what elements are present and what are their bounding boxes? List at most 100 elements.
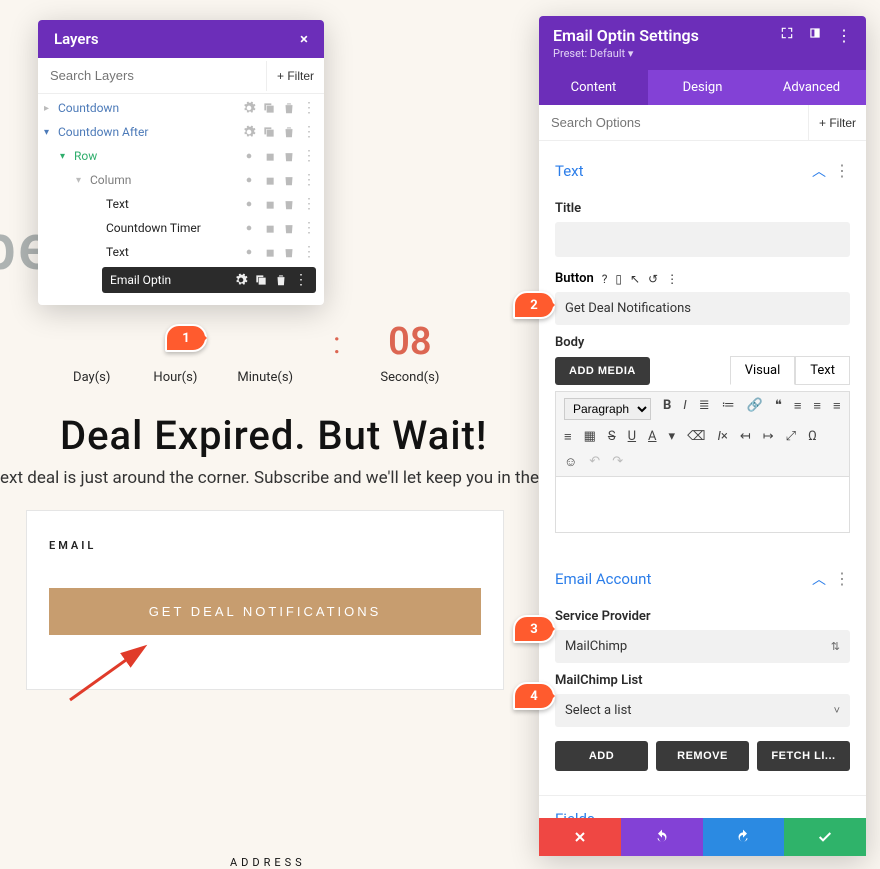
body-label: Body [555,335,850,350]
gear-icon [242,197,256,211]
body-editor[interactable] [555,477,850,533]
more-icon: ⋮ [302,197,316,211]
layer-countdown-after[interactable]: ▾Countdown After ⋮ [38,120,324,144]
layer-countdown[interactable]: ▸Countdown ⋮ [38,96,324,120]
dock-icon[interactable] [808,26,822,40]
gear-icon [242,245,256,259]
settings-panel: Email Optin Settings ⋮ Preset: Default ▾… [539,16,866,856]
cancel-button[interactable] [539,818,621,856]
settings-body[interactable]: Text ︿⋮ Title Button ? ▯ ↖ ↺ ⋮ Get Deal … [539,141,866,818]
page-headline: Deal Expired. But Wait! [60,412,487,459]
tab-design[interactable]: Design [648,70,757,105]
settings-filter-button[interactable]: + Filter [808,105,866,140]
close-icon[interactable]: × [300,30,308,48]
layer-column[interactable]: ▾Column ⋮ [38,168,324,192]
more-icon[interactable]: ⋮ [666,272,678,286]
list-label: MailChimp List [555,673,850,688]
chevron-up-icon: ︿ [812,164,826,180]
settings-search-input[interactable] [539,105,808,140]
timer-separator: : [333,320,340,361]
gear-icon [242,125,256,139]
hover-icon[interactable]: ↖ [630,272,640,286]
align-left-icon: ≡ [794,398,802,420]
list-select[interactable]: Select a list˅ [555,694,850,727]
trash-icon [282,221,296,235]
rich-text-toolbar[interactable]: Paragraph B I ≣ ≔ 🔗 ❝ ≡ ≡ ≡ ≡ ▦ S U A ▾ … [555,391,850,477]
reset-icon[interactable]: ↺ [648,272,658,286]
align-justify-icon: ≡ [564,429,572,445]
help-icon[interactable]: ? [602,272,608,286]
align-center-icon: ≡ [813,398,821,420]
email-field-label: EMAIL [49,539,481,552]
mode-text[interactable]: Text [795,356,850,385]
mode-visual[interactable]: Visual [730,356,796,385]
annotation-badge-4: 4 [513,682,555,710]
tab-advanced[interactable]: Advanced [757,70,866,105]
trash-icon [282,245,296,259]
section-text[interactable]: Text ︿⋮ [555,151,850,191]
undo-button[interactable] [621,818,703,856]
layer-row[interactable]: ▾Row ⋮ [38,144,324,168]
layers-header[interactable]: Layers × [38,20,324,58]
tab-content[interactable]: Content [539,70,648,105]
settings-tabs: Content Design Advanced [539,70,866,105]
gear-icon [242,101,256,115]
button-label: Button [555,271,594,286]
trash-icon [274,273,288,287]
settings-header[interactable]: Email Optin Settings ⋮ Preset: Default ▾ [539,16,866,70]
quote-icon: ❝ [775,398,782,420]
dropdown-icon: ▾ [669,429,676,445]
expand-icon[interactable] [780,26,794,40]
duplicate-icon [262,101,276,115]
table-icon: ▦ [584,429,596,445]
emoji-icon: ☺ [564,454,577,470]
more-icon: ⋮ [302,245,316,259]
settings-title: Email Optin Settings [553,26,699,45]
duplicate-icon [254,273,268,287]
service-provider-select[interactable]: MailChimp⇅ [555,630,850,663]
section-email-account[interactable]: Email Account ︿⋮ [555,559,850,599]
number-list-icon: ≔ [722,398,735,420]
preset-label[interactable]: Preset: Default ▾ [553,47,852,60]
text-color-icon: A [648,429,656,445]
section-fields[interactable]: Fields [555,800,850,818]
save-button[interactable] [784,818,866,856]
annotation-badge-2: 2 [513,291,555,319]
duplicate-icon [262,245,276,259]
layers-filter-button[interactable]: + Filter [266,61,324,91]
layer-text-2[interactable]: Text ⋮ [38,240,324,264]
bullet-list-icon: ≣ [699,398,710,420]
tablet-icon[interactable]: ▯ [615,272,622,286]
layers-panel: Layers × + Filter ▸Countdown ⋮ ▾Countdow… [38,20,324,305]
title-input[interactable] [555,222,850,257]
paragraph-select[interactable]: Paragraph [564,398,651,420]
address-label: ADDRESS [230,856,306,869]
gear-icon [242,149,256,163]
undo-icon: ↶ [589,454,600,470]
remove-button[interactable]: REMOVE [656,741,749,771]
link-icon: 🔗 [747,398,763,420]
trash-icon [282,173,296,187]
service-provider-label: Service Provider [555,609,850,624]
layer-text-1[interactable]: Text ⋮ [38,192,324,216]
bottom-action-bar [539,818,866,856]
fullscreen-icon: ⤢ [786,429,796,445]
layer-email-optin[interactable]: Email Optin ⋮ [102,267,316,293]
add-button[interactable]: ADD [555,741,648,771]
redo-icon: ↷ [612,454,623,470]
clear-icon: ⌫ [687,429,705,445]
layers-search-input[interactable] [38,58,266,93]
layer-countdown-timer[interactable]: Countdown Timer ⋮ [38,216,324,240]
get-notifications-button[interactable]: GET DEAL NOTIFICATIONS [49,588,481,635]
more-icon: ⋮ [834,569,850,588]
indent-icon: ↦ [763,429,774,445]
more-icon[interactable]: ⋮ [836,26,852,45]
chevron-up-icon: ︿ [812,572,826,588]
redo-button[interactable] [703,818,785,856]
add-media-button[interactable]: ADD MEDIA [555,357,650,385]
fetch-button[interactable]: FETCH LI... [757,741,850,771]
more-icon: ⋮ [294,273,308,287]
underline-icon: U [628,429,636,445]
button-text-input[interactable]: Get Deal Notifications [555,292,850,325]
align-right-icon: ≡ [833,398,841,420]
